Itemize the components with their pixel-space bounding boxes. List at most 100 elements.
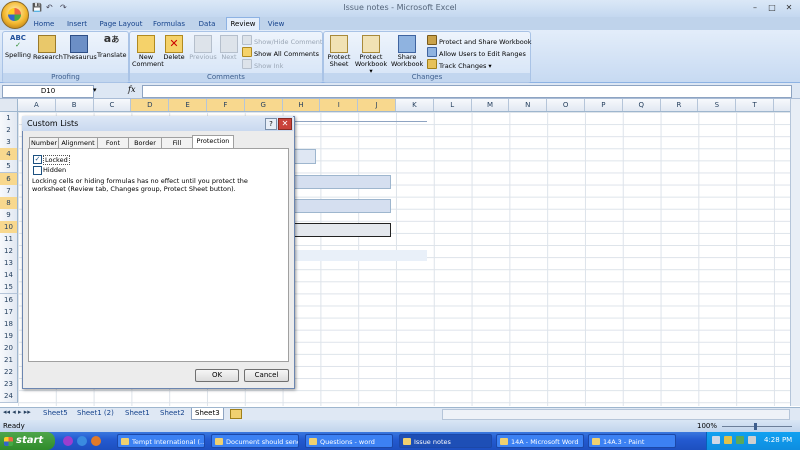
row-header-14[interactable]: 14 (0, 269, 18, 283)
insert-sheet-icon[interactable] (230, 409, 242, 419)
row-header-2[interactable]: 2 (0, 124, 18, 138)
dialog-close-button[interactable]: ✕ (278, 118, 292, 130)
protect-workbook-button[interactable]: Protect Workbook ▾ (353, 33, 389, 75)
tray-icon-2[interactable] (724, 436, 732, 444)
show-all-comments-button[interactable]: Show All Comments (242, 47, 319, 59)
locked-checkbox[interactable]: ✓ (33, 155, 42, 164)
column-header-d[interactable]: D (131, 99, 170, 111)
help-icon[interactable]: ? (265, 118, 277, 130)
column-header-i[interactable]: I (320, 99, 359, 111)
sheet-tab-sheet1-2[interactable]: Sheet1 (2) (74, 408, 117, 419)
column-header-m[interactable]: M (472, 99, 510, 111)
formula-input[interactable] (142, 85, 792, 98)
close-icon[interactable]: ✕ (782, 3, 796, 13)
column-header-f[interactable]: F (207, 99, 245, 111)
taskbar-item-14a-word[interactable]: 14A - Microsoft Word (496, 434, 584, 448)
new-comment-button[interactable]: New Comment (132, 33, 164, 68)
taskbar-item-questions[interactable]: Questions - word (305, 434, 393, 448)
zoom-slider-thumb[interactable] (754, 423, 757, 430)
row-header-7[interactable]: 7 (0, 184, 18, 198)
show-ink-button[interactable]: Show Ink (242, 59, 283, 71)
column-header-h[interactable]: H (282, 99, 321, 111)
row-header-5[interactable]: 5 (0, 160, 18, 174)
cell-range-row8[interactable] (293, 199, 391, 213)
tab-insert[interactable]: Insert (62, 18, 92, 30)
insert-function-icon[interactable]: fx (128, 85, 135, 94)
allow-users-edit-ranges-button[interactable]: Allow Users to Edit Ranges (427, 47, 526, 59)
row-header-22[interactable]: 22 (0, 366, 18, 380)
tab-formulas[interactable]: Formulas (150, 18, 188, 30)
taskbar-item-document[interactable]: Document should send (211, 434, 299, 448)
sheet-tab-sheet1[interactable]: Sheet1 (122, 408, 153, 419)
select-all-corner[interactable] (0, 99, 18, 111)
sheet-tab-sheet3[interactable]: Sheet3 (191, 408, 224, 420)
tab-view[interactable]: View (263, 18, 289, 30)
column-header-a[interactable]: A (18, 99, 56, 111)
hidden-checkbox[interactable] (33, 166, 42, 175)
quicklaunch-icon-2[interactable] (77, 436, 87, 446)
column-header-r[interactable]: R (661, 99, 699, 111)
row-header-20[interactable]: 20 (0, 341, 18, 355)
taskbar-item-paint[interactable]: 14A.3 - Paint (588, 434, 676, 448)
row-header-18[interactable]: 18 (0, 317, 18, 331)
research-button[interactable]: Research (33, 33, 63, 61)
active-cell-d10[interactable] (293, 223, 391, 237)
tab-data[interactable]: Data (194, 18, 220, 30)
row-header-4[interactable]: 4 (0, 148, 18, 162)
quicklaunch-icon-3[interactable] (91, 436, 101, 446)
zoom-level[interactable]: 100% (697, 422, 717, 430)
track-changes-button[interactable]: Track Changes ▾ (427, 59, 492, 71)
minimize-icon[interactable]: – (748, 3, 762, 13)
taskbar-item-tempt[interactable]: Tempt International (... (117, 434, 205, 448)
row-header-15[interactable]: 15 (0, 281, 18, 295)
translate-button[interactable]: aあ Translate (97, 33, 127, 59)
row-header-10[interactable]: 10 (0, 220, 18, 234)
row-header-3[interactable]: 3 (0, 136, 18, 150)
column-header-l[interactable]: L (434, 99, 472, 111)
tray-icon-3[interactable] (736, 436, 744, 444)
thesaurus-button[interactable]: Thesaurus (63, 33, 97, 61)
sheet-nav-icons[interactable]: ◂◂ ◂ ▸ ▸▸ (3, 408, 31, 416)
row-header-19[interactable]: 19 (0, 329, 18, 343)
zoom-slider[interactable] (722, 426, 792, 427)
horizontal-scrollbar[interactable] (442, 409, 790, 420)
column-header-n[interactable]: N (509, 99, 548, 111)
column-header-j[interactable]: J (358, 99, 396, 111)
column-header-e[interactable]: E (169, 99, 207, 111)
row-header-21[interactable]: 21 (0, 354, 18, 367)
dialog-tab-protection[interactable]: Protection (192, 135, 234, 149)
row-header-13[interactable]: 13 (0, 257, 18, 271)
row-header-24[interactable]: 24 (0, 390, 18, 404)
sheet-tab-sheet2[interactable]: Sheet2 (157, 408, 188, 419)
tab-home[interactable]: Home (30, 18, 58, 30)
row-header-6[interactable]: 6 (0, 172, 18, 186)
column-header-k[interactable]: K (396, 99, 434, 111)
protect-share-workbook-button[interactable]: Protect and Share Workbook (427, 35, 531, 47)
delete-comment-button[interactable]: ✕ Delete (162, 33, 186, 61)
ok-button[interactable]: OK (195, 369, 239, 382)
name-box[interactable]: D10 (2, 85, 94, 98)
cancel-button[interactable]: Cancel (244, 369, 289, 382)
cell-range-row6[interactable] (293, 175, 391, 189)
maximize-icon[interactable]: □ (765, 3, 779, 13)
column-header-b[interactable]: B (56, 99, 94, 111)
taskbar-item-issue-notes[interactable]: Issue notes (399, 434, 492, 448)
row-header-1[interactable]: 1 (0, 112, 18, 125)
column-header-t[interactable]: T (736, 99, 774, 111)
tab-page-layout[interactable]: Page Layout (98, 18, 144, 30)
cell-range-row12[interactable] (293, 250, 427, 261)
vertical-scrollbar[interactable] (790, 99, 800, 406)
protect-sheet-button[interactable]: Protect Sheet (326, 33, 352, 68)
office-button[interactable] (1, 1, 29, 29)
sheet-tab-sheet5[interactable]: Sheet5 (40, 408, 71, 419)
row-header-23[interactable]: 23 (0, 378, 18, 392)
tab-review[interactable]: Review (226, 17, 260, 31)
quicklaunch-icon-1[interactable] (63, 436, 73, 446)
spelling-button[interactable]: ABC ✓ Spelling (5, 33, 31, 59)
row-header-8[interactable]: 8 (0, 196, 18, 210)
row-header-9[interactable]: 9 (0, 208, 18, 222)
cell-range-row4[interactable] (293, 149, 316, 164)
tray-icon-1[interactable] (712, 436, 720, 444)
column-header-q[interactable]: Q (623, 99, 661, 111)
next-comment-button[interactable]: Next (218, 33, 240, 61)
